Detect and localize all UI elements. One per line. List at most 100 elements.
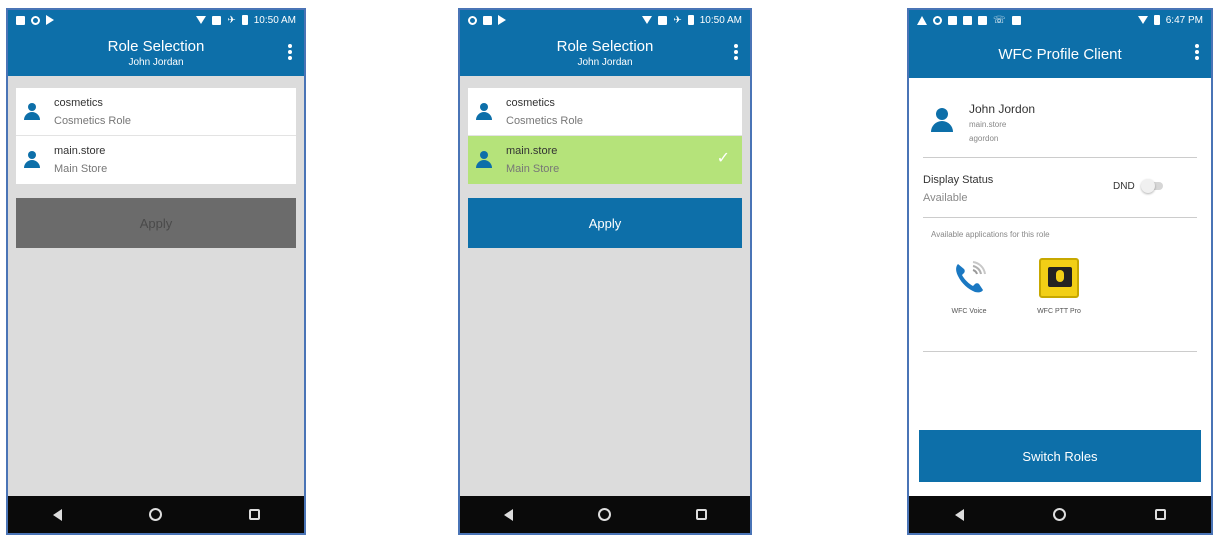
home-button[interactable] xyxy=(144,503,168,527)
status-bar: ✈ 10:50 AM xyxy=(8,10,304,30)
role-item-main-store[interactable]: main.store Main Store xyxy=(16,136,296,184)
apps-caption: Available applications for this role xyxy=(931,230,1050,239)
app-label: WFC Voice xyxy=(951,308,987,315)
page-subtitle: John Jordan xyxy=(128,57,184,68)
wifi-icon xyxy=(642,16,653,24)
phone-screen-3: ☏ 6:47 PM WFC Profile Client John Jordon… xyxy=(907,8,1213,535)
signal-icon xyxy=(212,15,222,25)
app-bar: WFC Profile Client xyxy=(909,30,1211,78)
person-icon xyxy=(24,102,40,121)
back-button[interactable] xyxy=(45,503,69,527)
apply-button[interactable]: Apply xyxy=(468,198,742,248)
apply-button[interactable]: Apply xyxy=(16,198,296,248)
status-time: 10:50 AM xyxy=(699,14,742,26)
home-button[interactable] xyxy=(1048,503,1072,527)
switch-roles-button[interactable]: Switch Roles xyxy=(919,430,1201,482)
role-list: cosmetics Cosmetics Role main.store Main S… xyxy=(16,88,296,184)
overflow-menu-icon[interactable] xyxy=(288,44,292,60)
phone-screen-2: ✈ 10:50 AM Role Selection John Jordan cos… xyxy=(458,8,752,535)
app-label: WFC PTT Pro xyxy=(1037,308,1081,315)
image-icon xyxy=(948,15,957,25)
role-description: Main Store xyxy=(506,163,560,175)
sync-icon xyxy=(31,15,40,25)
person-icon xyxy=(476,151,492,169)
person-icon xyxy=(476,102,492,121)
profile-card: John Jordon main.store agordon xyxy=(923,78,1197,158)
status-bar: ☏ 6:47 PM xyxy=(909,10,1211,30)
home-button[interactable] xyxy=(593,503,617,527)
warning-icon xyxy=(917,15,927,25)
app-bar: Role Selection John Jordan xyxy=(460,30,750,76)
role-item-cosmetics[interactable]: cosmetics Cosmetics Role xyxy=(468,88,742,136)
profile-name: John Jordon xyxy=(969,102,1036,116)
nav-bar xyxy=(460,496,750,533)
lock-icon xyxy=(1011,15,1021,25)
recents-button[interactable] xyxy=(1149,503,1173,527)
play-icon xyxy=(498,15,506,25)
back-button[interactable] xyxy=(496,503,520,527)
recents-icon xyxy=(696,509,708,520)
recents-button[interactable] xyxy=(690,503,714,527)
role-name: cosmetics xyxy=(506,96,555,109)
app-wfc-ptt-pro[interactable]: WFC PTT Pro xyxy=(1027,258,1091,315)
app-bar: Role Selection John Jordan xyxy=(8,30,304,76)
display-status-label: Display Status xyxy=(923,174,994,186)
airplane-icon: ✈ xyxy=(673,14,682,26)
person-icon xyxy=(931,108,953,132)
page-title: WFC Profile Client xyxy=(998,45,1122,63)
play-icon xyxy=(46,15,54,25)
profile-store: main.store xyxy=(969,120,1007,129)
wifi-icon xyxy=(196,16,207,24)
status-time: 6:47 PM xyxy=(1165,14,1203,26)
role-item-cosmetics[interactable]: cosmetics Cosmetics Role xyxy=(16,88,296,136)
recents-button[interactable] xyxy=(243,503,267,527)
phone-icon xyxy=(949,258,989,298)
notification-icon xyxy=(483,15,492,25)
dnd-label: DND xyxy=(1113,181,1135,192)
nav-bar xyxy=(909,496,1211,533)
page-title: Role Selection xyxy=(556,38,654,55)
signal-icon xyxy=(658,15,668,25)
role-name: main.store xyxy=(506,145,558,157)
sync-icon xyxy=(468,15,477,25)
battery-icon xyxy=(1153,15,1160,25)
role-description: Main Store xyxy=(54,163,108,175)
airplane-icon: ✈ xyxy=(227,14,236,26)
call-icon: ☏ xyxy=(993,14,1006,26)
display-status-value: Available xyxy=(923,192,968,204)
recents-icon xyxy=(1155,509,1167,520)
status-time: 10:50 AM xyxy=(253,14,296,26)
phone-screen-1: ✈ 10:50 AM Role Selection John Jordan cos… xyxy=(6,8,306,535)
wifi-icon xyxy=(1137,16,1148,24)
status-bar: ✈ 10:50 AM xyxy=(460,10,750,30)
role-list: cosmetics Cosmetics Role main.store Main S… xyxy=(468,88,742,184)
role-name: cosmetics xyxy=(54,96,103,109)
home-icon xyxy=(149,508,163,521)
page-title: Role Selection xyxy=(107,38,205,55)
back-icon xyxy=(503,508,513,521)
app-wfc-voice[interactable]: WFC Voice xyxy=(937,258,1001,315)
notification-icon xyxy=(16,15,25,25)
checkmark-icon: ✓ xyxy=(716,150,730,167)
overflow-menu-icon[interactable] xyxy=(734,44,738,60)
role-description: Cosmetics Role xyxy=(506,114,584,127)
notification-icon xyxy=(978,15,987,25)
home-icon xyxy=(1053,508,1067,521)
available-apps-section: Available applications for this role WFC… xyxy=(923,218,1197,352)
person-icon xyxy=(24,151,40,169)
back-icon xyxy=(52,508,62,521)
display-status-row: Display Status Available DND xyxy=(923,158,1197,218)
role-description: Cosmetics Role xyxy=(54,114,132,127)
nfc-icon xyxy=(963,15,972,25)
overflow-menu-icon[interactable] xyxy=(1195,44,1199,60)
role-item-main-store[interactable]: main.store Main Store ✓ xyxy=(468,136,742,184)
home-icon xyxy=(598,508,612,521)
ptt-icon xyxy=(1039,258,1079,298)
dnd-toggle[interactable] xyxy=(1141,179,1163,193)
back-button[interactable] xyxy=(947,503,971,527)
nav-bar xyxy=(8,496,304,533)
back-icon xyxy=(954,508,964,521)
role-name: main.store xyxy=(54,145,106,157)
profile-username: agordon xyxy=(969,134,999,143)
page-subtitle: John Jordan xyxy=(577,57,633,68)
